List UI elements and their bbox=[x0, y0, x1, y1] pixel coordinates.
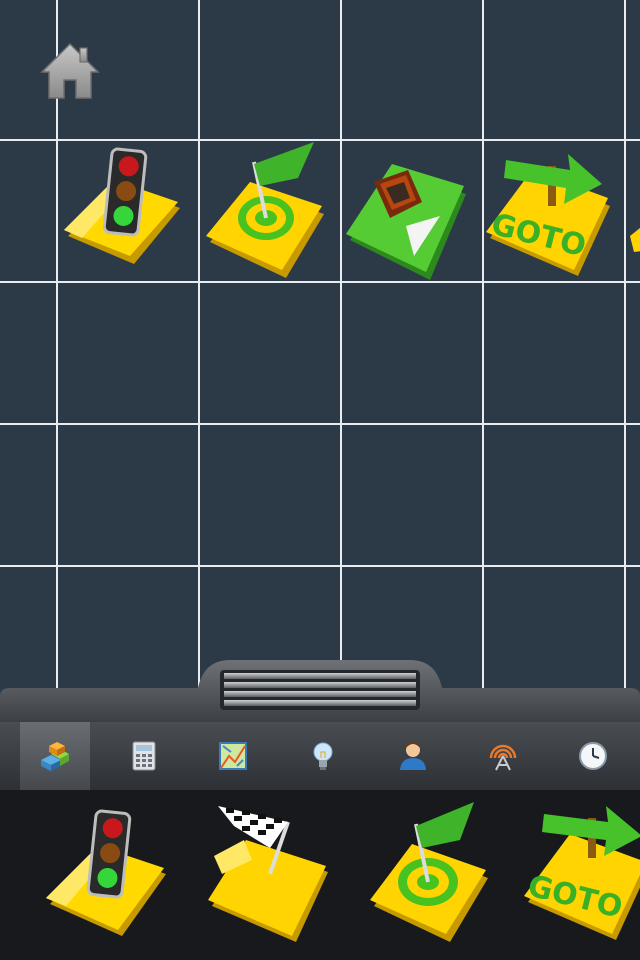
grid-line bbox=[198, 0, 200, 690]
grid-line bbox=[56, 0, 58, 690]
lightbulb-icon bbox=[313, 742, 333, 770]
vent-grip-icon bbox=[220, 670, 420, 710]
user-icon bbox=[400, 742, 426, 770]
goto-block[interactable]: GOTO bbox=[486, 146, 614, 276]
home-icon bbox=[40, 42, 100, 99]
clock-icon bbox=[579, 742, 607, 770]
grid-line bbox=[0, 423, 640, 425]
tab-ideas[interactable] bbox=[288, 722, 358, 790]
tab-sensors[interactable] bbox=[468, 722, 538, 790]
palette-goto-block[interactable]: GOTO bbox=[524, 806, 640, 940]
tab-user[interactable] bbox=[378, 722, 448, 790]
grid-line bbox=[624, 0, 626, 690]
robot-move-block[interactable] bbox=[344, 156, 472, 284]
tab-map[interactable] bbox=[198, 722, 268, 790]
grid-line bbox=[0, 281, 640, 283]
tab-math[interactable] bbox=[109, 722, 179, 790]
grid-line bbox=[340, 0, 342, 690]
map-icon bbox=[219, 742, 247, 770]
palette-finish-flag-block[interactable] bbox=[204, 800, 332, 942]
drawer-handle[interactable] bbox=[198, 660, 442, 722]
antenna-icon bbox=[489, 744, 517, 771]
tab-timer[interactable] bbox=[558, 722, 628, 790]
program-canvas[interactable]: GOTO bbox=[0, 0, 640, 690]
traffic-light-block[interactable] bbox=[58, 146, 186, 274]
grid-line bbox=[0, 139, 640, 141]
palette-traffic-light-block[interactable] bbox=[42, 808, 170, 936]
tab-blocks[interactable] bbox=[20, 722, 90, 790]
palette-flag-target-block[interactable] bbox=[366, 802, 494, 942]
blocks-icon bbox=[41, 742, 69, 771]
partial-block[interactable] bbox=[630, 170, 640, 298]
category-toolbar bbox=[0, 722, 640, 790]
grid-line bbox=[0, 565, 640, 567]
block-palette: GOTO bbox=[0, 790, 640, 960]
calculator-icon bbox=[132, 741, 156, 771]
flag-target-block[interactable] bbox=[202, 142, 330, 278]
home-button[interactable] bbox=[40, 42, 100, 100]
grid-line bbox=[482, 0, 484, 690]
